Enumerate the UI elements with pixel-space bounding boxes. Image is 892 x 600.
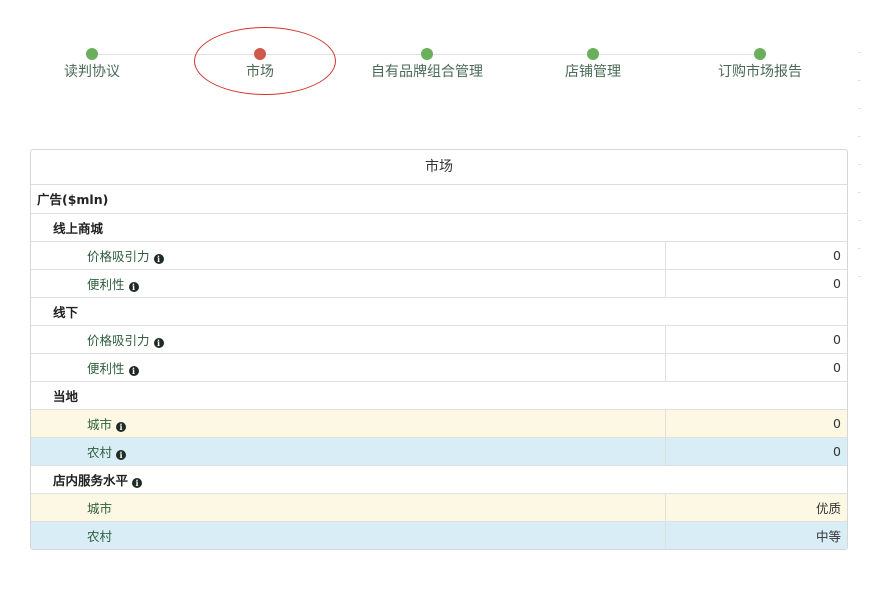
info-icon[interactable]: i [128,281,139,292]
offline-price-appeal-label: 价格吸引力 [87,332,150,348]
service-city-label: 城市 [31,492,665,521]
row-label-cell: 城市 i [31,408,665,437]
info-icon[interactable]: i [116,449,127,460]
section-row: 店内服务水平 i [31,464,847,493]
step-label: 市场 [246,64,274,80]
subsection-row: 线下 [31,296,847,325]
step-done-dot [754,48,766,60]
table-row: 价格吸引力 i 0 [31,324,847,353]
table-row: 农村 i 0 [31,436,847,465]
local-rural-value: 0 [664,436,847,465]
info-icon[interactable]: i [116,421,127,432]
table-row: 城市 优质 [31,492,847,521]
info-icon[interactable]: i [153,337,164,348]
section-row: 广告($mln) [31,185,847,213]
online-price-appeal-label: 价格吸引力 [87,248,150,264]
row-label-cell: 便利性 i [31,352,665,381]
step-market[interactable]: 市场 [180,48,340,82]
row-label-cell: 价格吸引力 i [31,324,665,353]
step-label: 自有品牌组合管理 [371,64,483,80]
offline-price-appeal-value: 0 [664,324,847,353]
scroll-edge-marks [858,52,866,304]
info-icon[interactable]: i [128,365,139,376]
table-row: 便利性 i 0 [31,352,847,381]
row-label-cell: 农村 i [31,436,665,465]
row-label-cell: 价格吸引力 i [31,240,665,269]
step-private-label[interactable]: 自有品牌组合管理 [347,48,507,82]
online-convenience-label: 便利性 [87,276,125,292]
info-icon[interactable]: i [153,253,164,264]
service-city-value: 优质 [664,492,847,521]
step-store-management[interactable]: 店铺管理 [513,48,673,82]
local-city-label: 城市 [87,416,113,432]
step-market-report[interactable]: 订购市场报告 [680,48,840,82]
table-row: 城市 i 0 [31,408,847,437]
local-city-value: 0 [664,408,847,437]
row-label-cell: 便利性 i [31,268,665,297]
service-rural-value: 中等 [664,520,847,549]
info-icon[interactable]: i [132,477,143,488]
service-rural-label: 农村 [31,520,665,549]
panel-title: 市场 [31,150,847,185]
step-label: 店铺管理 [565,64,621,80]
step-label: 订购市场报告 [718,64,802,80]
table-row: 价格吸引力 i 0 [31,240,847,269]
step-label: 读判协议 [64,64,120,80]
step-current-dot [254,48,266,60]
step-done-dot [86,48,98,60]
local-label: 当地 [31,380,847,409]
subsection-row: 线上商城 [31,212,847,241]
market-panel: 市场 广告($mln) 线上商城 价格吸引力 i 0 便利性 i 0 线下 价格吸引… [30,149,848,550]
market-table: 广告($mln) 线上商城 价格吸引力 i 0 便利性 i 0 线下 价格吸引力 i … [31,185,847,549]
step-done-dot [421,48,433,60]
progress-stepper: 读判协议 市场 自有品牌组合管理 店铺管理 订购市场报告 [0,0,892,110]
online-convenience-value: 0 [664,268,847,297]
subsection-row: 当地 [31,380,847,409]
offline-convenience-label: 便利性 [87,360,125,376]
offline-convenience-value: 0 [664,352,847,381]
service-level-cell: 店内服务水平 i [31,464,847,493]
step-agreement[interactable]: 读判协议 [12,48,172,82]
advertising-label: 广告($mln) [37,192,109,208]
table-row: 农村 中等 [31,520,847,549]
online-price-appeal-value: 0 [664,240,847,269]
online-mall-label: 线上商城 [31,212,847,241]
table-row: 便利性 i 0 [31,268,847,297]
service-level-label: 店内服务水平 [53,472,129,488]
local-rural-label: 农村 [87,444,113,460]
offline-label: 线下 [31,296,847,325]
step-done-dot [587,48,599,60]
